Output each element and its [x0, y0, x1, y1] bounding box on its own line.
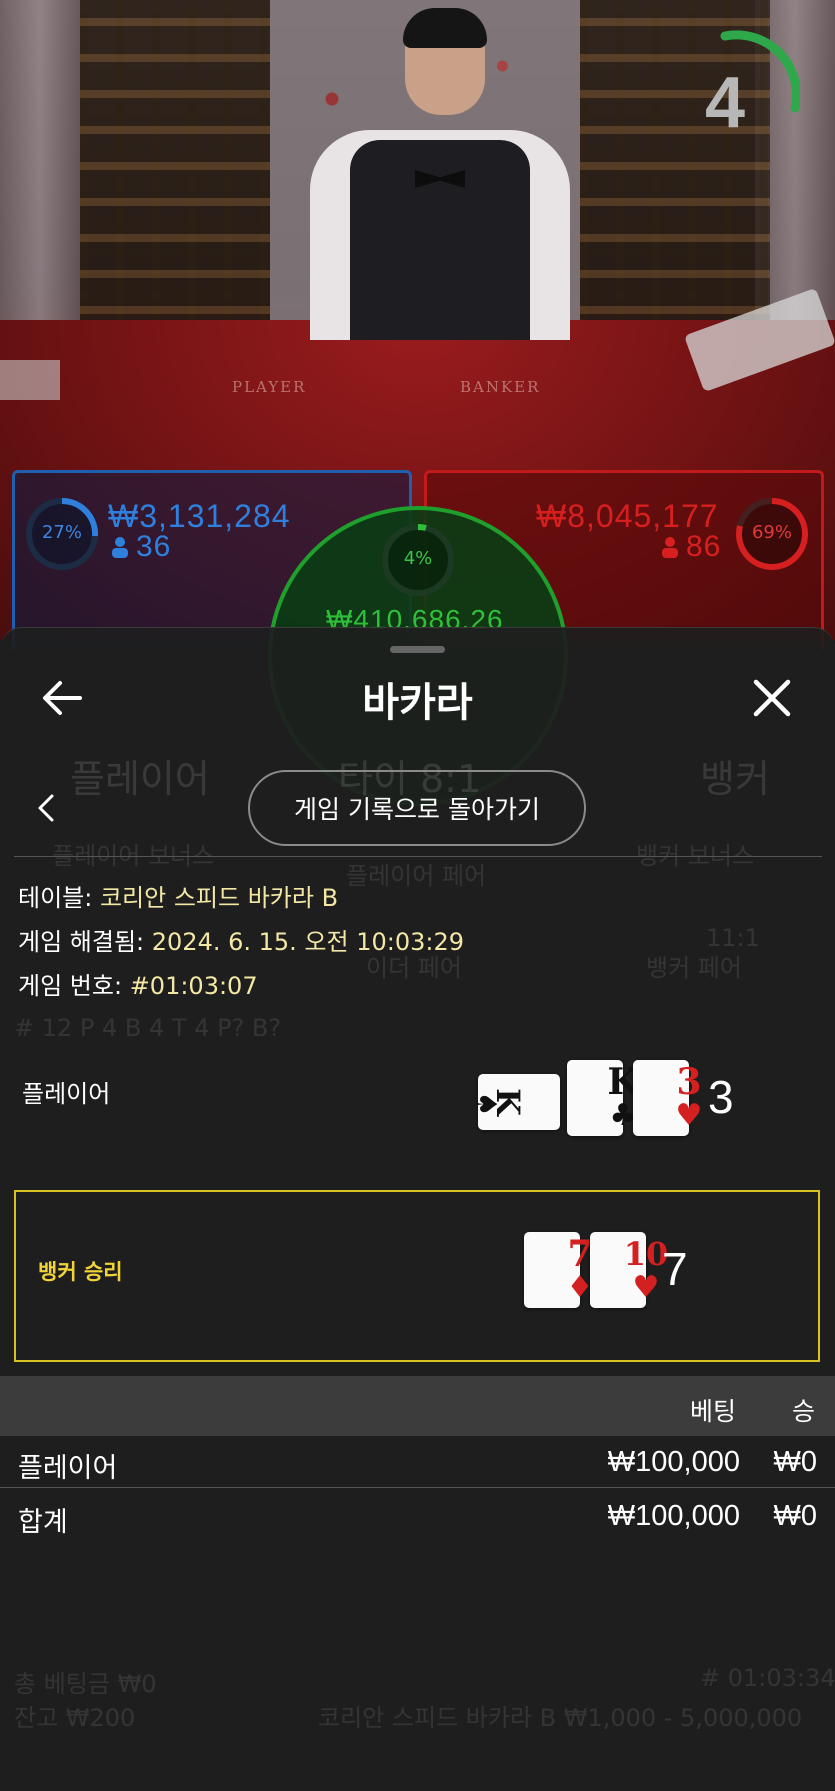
bet-row-win: ₩0 [773, 1446, 818, 1478]
ghost-banker-bonus: 뱅커 보너스 [636, 842, 755, 870]
card-holder [0, 360, 60, 400]
player-pct: 27% [41, 522, 82, 543]
curtain-left [0, 0, 80, 350]
ghost-balance: 잔고 ₩200 [14, 1704, 136, 1732]
bet-row-win: ₩0 [773, 1500, 818, 1532]
close-icon[interactable] [750, 676, 794, 720]
info-table-row: 테이블: 코리안 스피드 바카라 B [18, 878, 338, 913]
ghost-table-limits: 코리안 스피드 바카라 B ₩1,000 - 5,000,000 [318, 1704, 803, 1732]
ghost-round-id: # 01:03:34 [700, 1664, 835, 1692]
info-table-value: 코리안 스피드 바카라 B [99, 884, 339, 912]
bet-row-player: 플레이어 ₩100,000 ₩0 [0, 1436, 835, 1488]
info-round-value: #01:03:07 [129, 972, 258, 1000]
felt-player-label: PLAYER [232, 378, 307, 396]
player-card-2: K ♣ [567, 1060, 639, 1136]
player-score: 3 [708, 1071, 734, 1123]
felt-banker-label: BANKER [460, 378, 541, 396]
info-table-label: 테이블: [18, 884, 93, 912]
banker-card-2: 10 ♥ [590, 1232, 668, 1308]
info-resolved-row: 게임 해결됨: 2024. 6. 15. 오전 10:03:29 [18, 922, 464, 957]
info-resolved-value: 2024. 6. 15. 오전 10:03:29 [151, 928, 465, 956]
bet-row-amount: ₩100,000 [607, 1446, 740, 1478]
banker-score: 7 [662, 1243, 688, 1295]
banker-bettor-count: 86 [660, 530, 721, 564]
ghost-player-bonus: 플레이어 보너스 [52, 842, 215, 870]
banker-percentage-ring: 69% [734, 496, 810, 572]
countdown-number: 4 [705, 63, 746, 143]
banker-pct: 69% [751, 522, 792, 543]
player-card-1: K ♠ [470, 1074, 560, 1130]
tie-percentage-ring: 4% [380, 522, 456, 598]
tie-pct: 4% [403, 548, 433, 569]
bets-header-bet: 베팅 [690, 1397, 737, 1426]
bet-row-amount: ₩100,000 [607, 1500, 740, 1532]
bets-header-win: 승 [792, 1397, 816, 1426]
sheet-title: 바카라 [362, 680, 473, 726]
banker-card-1: 7 ♦ [524, 1232, 593, 1308]
banker-win-label: 뱅커 승리 [38, 1260, 123, 1284]
lattice-panel-left [80, 0, 270, 350]
card-suit: ♠ [470, 1091, 503, 1117]
ghost-player: 플레이어 [70, 757, 210, 801]
player-card-3: 3 ♥ [633, 1060, 702, 1136]
divider [14, 856, 822, 857]
banker-count-text: 86 [686, 530, 722, 563]
sheet-drag-handle[interactable] [390, 646, 445, 653]
bet-row-total: 합계 ₩100,000 ₩0 [0, 1490, 835, 1542]
ghost-total-bet: 총 베팅금 ₩0 [14, 1670, 157, 1698]
return-to-history-button[interactable]: 게임 기록으로 돌아가기 [248, 770, 586, 846]
info-resolved-label: 게임 해결됨: [18, 928, 145, 956]
ghost-player-pair: 플레이어 페어 [346, 862, 487, 890]
info-round-label: 게임 번호: [18, 972, 123, 1000]
player-bettor-count: 36 [110, 530, 171, 564]
dealer [300, 8, 570, 350]
ghost-stats-row: # 12 P 4 B 4 T 4 P? B? [14, 1014, 282, 1042]
banker-hand-row [14, 1190, 820, 1362]
bet-row-name: 합계 [18, 1507, 68, 1538]
chevron-left-icon[interactable] [34, 792, 58, 824]
info-round-row: 게임 번호: #01:03:07 [18, 966, 258, 1001]
ghost-banker-pair: 뱅커 페어 [646, 954, 742, 982]
ghost-banker: 뱅커 [700, 757, 770, 801]
player-percentage-ring: 27% [24, 496, 100, 572]
player-hand-label: 플레이어 [22, 1080, 111, 1108]
player-count-text: 36 [136, 530, 172, 563]
person-icon [662, 537, 678, 558]
bet-row-name: 플레이어 [18, 1453, 118, 1484]
person-icon [112, 537, 128, 558]
